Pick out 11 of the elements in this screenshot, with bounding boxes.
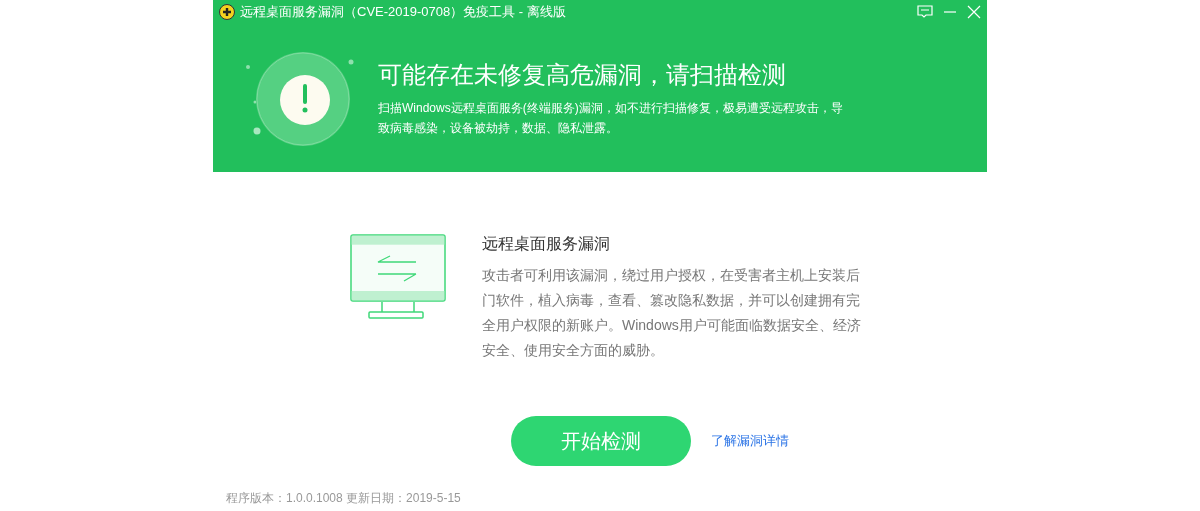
details-link[interactable]: 了解漏洞详情 — [711, 431, 789, 451]
vulnerability-description: 攻击者可利用该漏洞，绕过用户授权，在受害者主机上安装后门软件，植入病毒，查看、篡改隐私数据，并可以创建拥有完全用户权限的新账户。Windows用户可能面临数据安全、经济安全、使用安全方面的威胁。 — [482, 266, 862, 360]
monitor-icon — [350, 234, 446, 320]
vulnerability-title: 远程桌面服务漏洞 — [482, 234, 611, 254]
version-info: 程序版本：1.0.0.1008 更新日期：2019-5-15 — [226, 490, 462, 506]
header-description: 扫描Windows远程桌面服务(终端服务)漏洞，如不进行扫描修复，极易遭受远程攻击，导致病毒感染，设备被劫持，数据、隐私泄露。 — [378, 100, 844, 137]
close-icon[interactable] — [967, 5, 981, 19]
app-logo-icon — [219, 4, 235, 20]
feedback-icon[interactable] — [917, 5, 933, 19]
window-title: 远程桌面服务漏洞（CVE-2019-0708）免疫工具 - 离线版 — [240, 3, 566, 22]
headline: 可能存在未修复高危漏洞，请扫描检测 — [378, 60, 787, 90]
